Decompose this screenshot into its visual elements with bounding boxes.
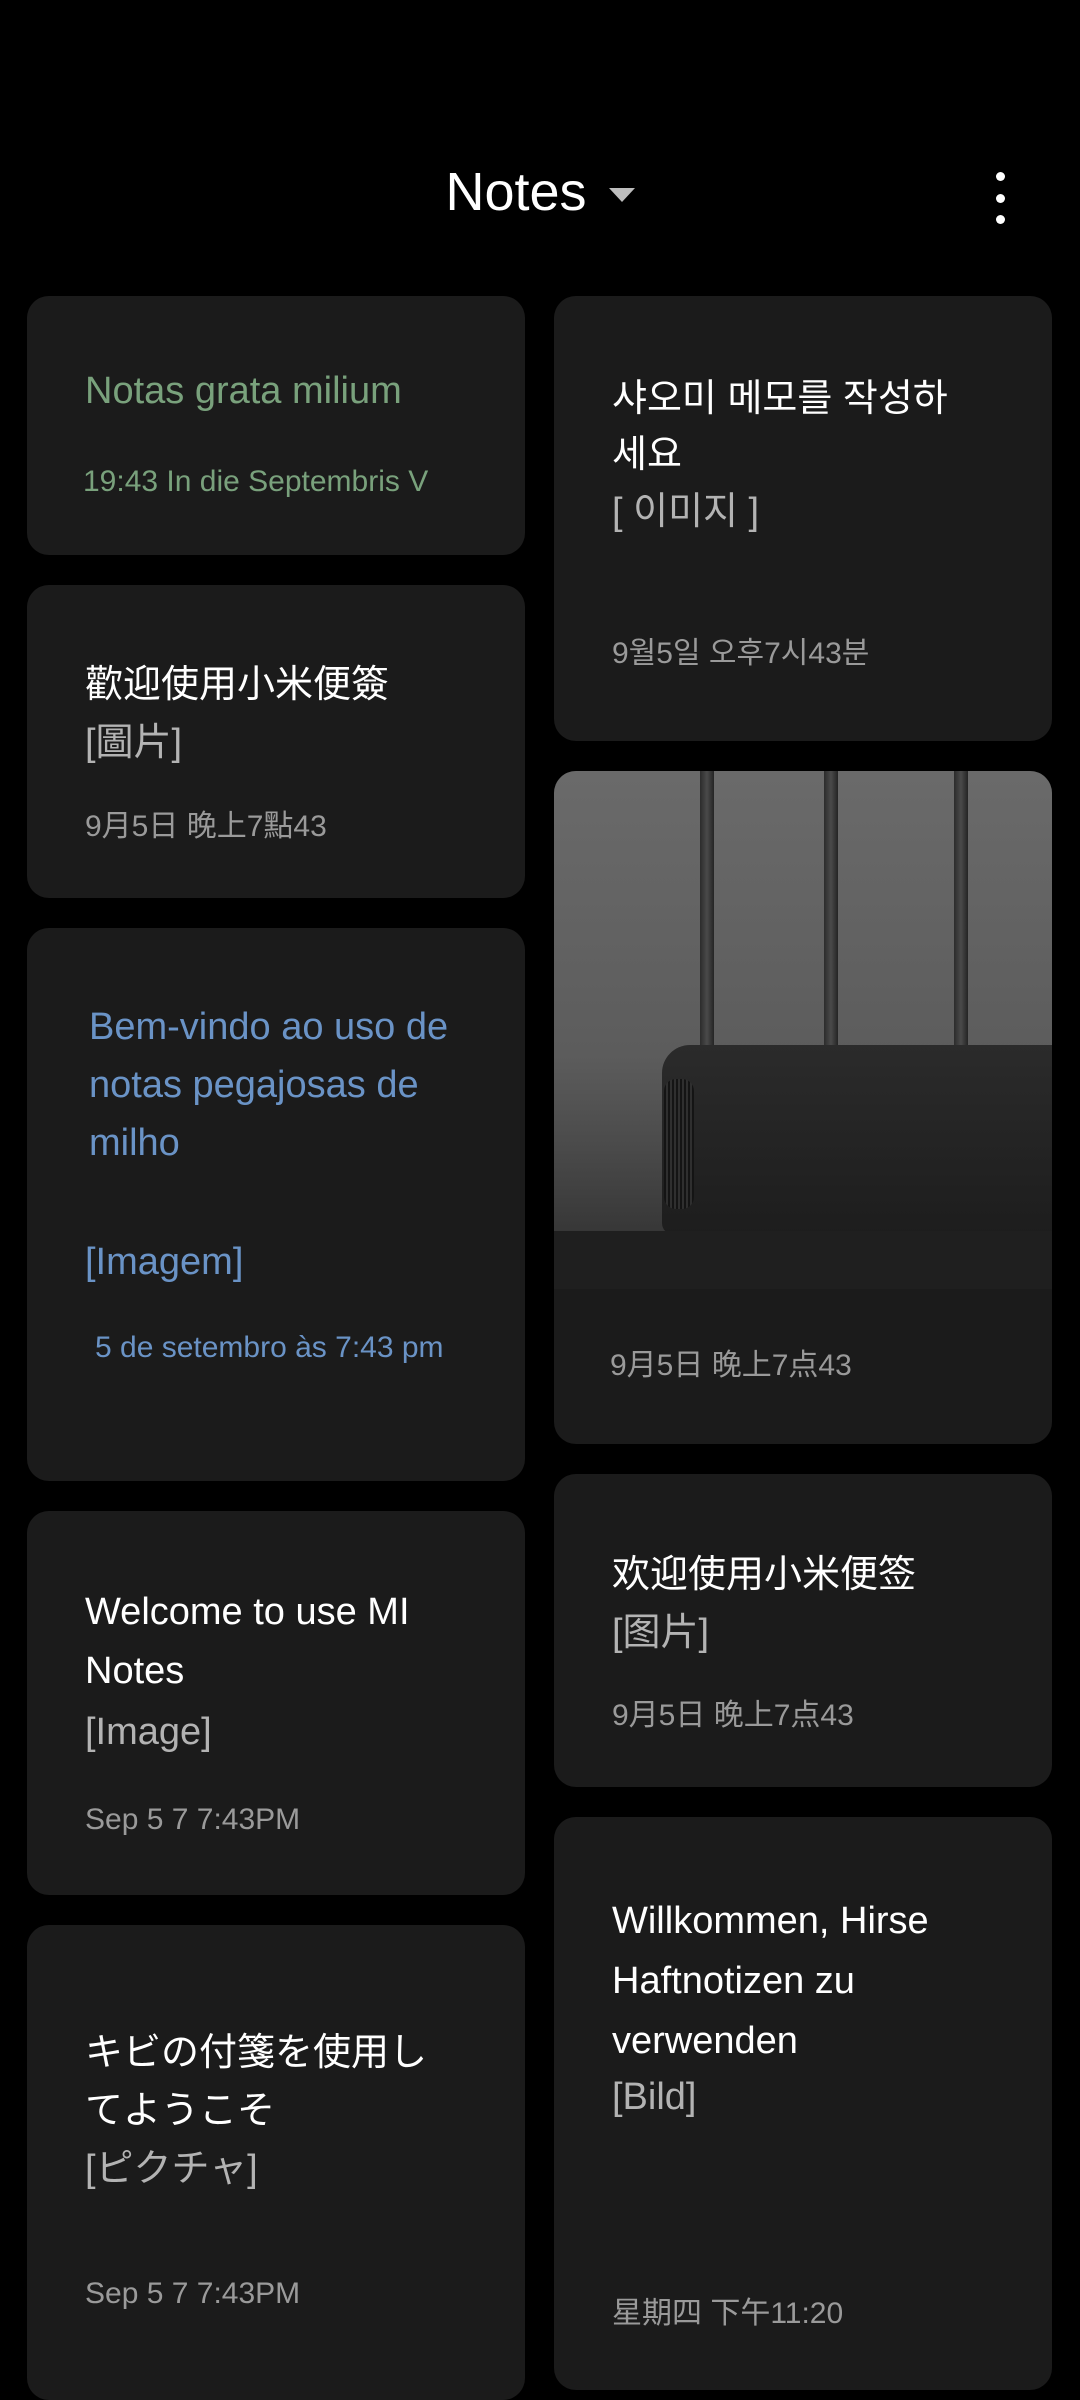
note-title-line: 세요: [612, 434, 682, 476]
note-card[interactable]: キビの付箋を使用し てようこそ [ピクチャ] Sep 5 7 7:43PM: [27, 1925, 525, 2400]
note-title-line: Willkommen, Hirse: [612, 1900, 929, 1942]
note-title-line: Haftnotizen zu: [612, 1960, 855, 2002]
notes-folder-switcher[interactable]: Notes: [0, 165, 1080, 219]
note-date: Sep 5 7 7:43PM: [85, 1803, 301, 1836]
note-date: 星期四 下午11:20: [612, 2297, 844, 2330]
note-title-line: milho: [89, 1122, 180, 1164]
app-header: Notes: [0, 0, 1080, 290]
note-card[interactable]: Willkommen, Hirse Haftnotizen zu verwend…: [554, 1817, 1052, 2390]
note-title-line: notas pegajosas de: [89, 1064, 419, 1106]
note-date: 9月5日 晚上7點43: [85, 810, 327, 843]
note-title-line: verwenden: [612, 2020, 798, 2062]
caret-down-icon[interactable]: [608, 188, 635, 202]
note-title: 欢迎使用小米便签: [612, 1554, 917, 1596]
note-card[interactable]: 歡迎使用小米便簽 [圖片] 9月5日 晚上7點43: [27, 585, 525, 898]
note-title-line: キビの付箋を使用し: [85, 2032, 428, 2074]
note-title-line: Bem-vindo ao uso de: [89, 1006, 449, 1048]
note-title-line: 샤오미 메모를 작성하: [612, 378, 948, 420]
note-attachment: [ 이미지 ]: [612, 491, 760, 533]
note-attachment: [圖片]: [85, 722, 183, 764]
more-vertical-icon[interactable]: [985, 172, 1015, 224]
note-date: 19:43 In die Septembris V: [83, 465, 429, 498]
note-date: 9월5일 오후7시43분: [612, 637, 870, 670]
note-card[interactable]: 欢迎使用小米便签 [图片] 9月5日 晚上7点43: [554, 1474, 1052, 1787]
note-title-line: てようこそ: [85, 2090, 276, 2132]
note-title: 歡迎使用小米便簽: [85, 664, 390, 706]
note-card-with-image[interactable]: 9月5日 晚上7点43: [554, 771, 1052, 1444]
router-photo: [554, 771, 1052, 1289]
note-card[interactable]: Welcome to use MI Notes [Image] Sep 5 7 …: [27, 1511, 525, 1895]
note-attachment: [Bild]: [612, 2076, 697, 2118]
note-title-line: Notes: [85, 1650, 185, 1692]
note-card[interactable]: Notas grata milium 19:43 In die Septembr…: [27, 296, 525, 555]
note-date: Sep 5 7 7:43PM: [85, 2277, 301, 2310]
note-title-line: Welcome to use MI: [85, 1591, 410, 1633]
note-date: 5 de setembro às 7:43 pm: [95, 1331, 444, 1364]
note-attachment: [ピクチャ]: [85, 2148, 258, 2190]
note-date: 9月5日 晚上7点43: [610, 1349, 852, 1382]
note-card[interactable]: Bem-vindo ao uso de notas pegajosas de m…: [27, 928, 525, 1481]
note-attachment: [图片]: [612, 1612, 710, 1654]
note-title: Notas grata milium: [85, 370, 402, 412]
note-date: 9月5日 晚上7点43: [612, 1699, 854, 1732]
note-card[interactable]: 샤오미 메모를 작성하 세요 [ 이미지 ] 9월5일 오후7시43분: [554, 296, 1052, 741]
note-attachment: [Imagem]: [85, 1241, 244, 1283]
page-title[interactable]: Notes: [445, 165, 586, 219]
note-attachment: [Image]: [85, 1711, 212, 1753]
